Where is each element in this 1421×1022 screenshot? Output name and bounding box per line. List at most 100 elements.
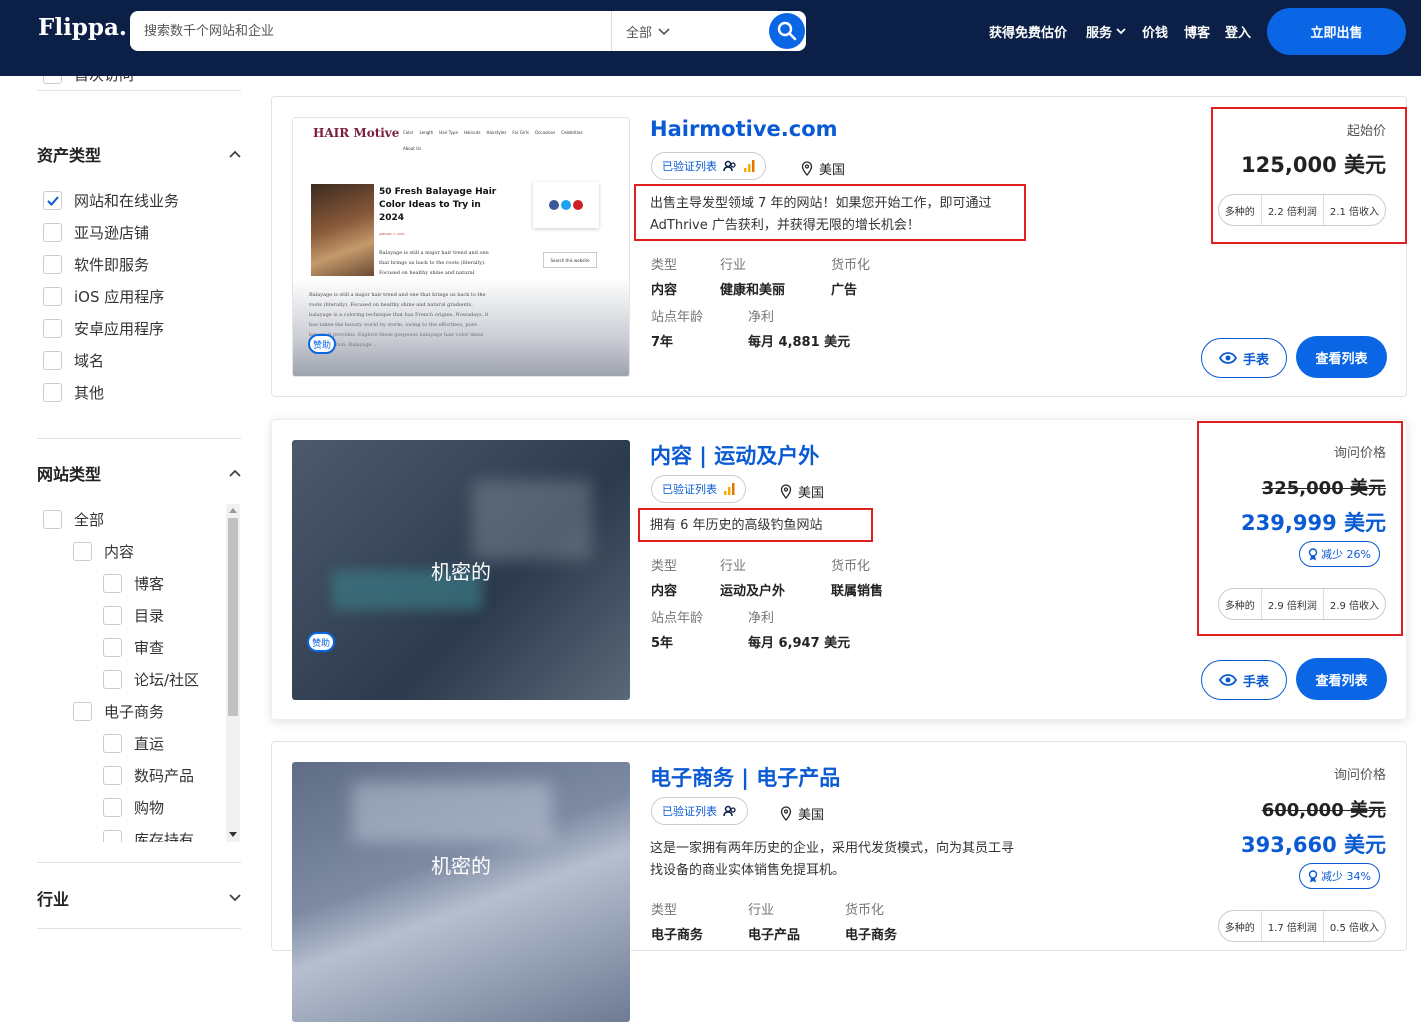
price-value: 393,660 美元	[1241, 833, 1386, 857]
site-type-content[interactable]: 内容	[73, 541, 134, 562]
checkbox	[43, 351, 62, 370]
listing-screenshot[interactable]: 机密的 赞助	[292, 440, 630, 700]
site-type-forum[interactable]: 论坛/社区	[103, 669, 199, 690]
field-label: 类型	[651, 258, 678, 273]
preview-menu-item: Length	[419, 130, 434, 135]
profit-multiple: 1.7 倍利润	[1262, 911, 1324, 941]
field-label: 站点年龄	[651, 310, 704, 325]
filter-label: 数码产品	[134, 767, 195, 785]
search-scope-dropdown[interactable]: 全部	[626, 22, 670, 41]
watch-button[interactable]: 手表	[1201, 660, 1287, 700]
multiples-pill: 多种的 1.7 倍利润 0.5 倍收入	[1217, 910, 1386, 942]
listing-card[interactable]: 机密的 赞助 内容 | 运动及户外 已验证列表 美国 拥有 6 年历史的高级钓鱼…	[271, 419, 1407, 720]
view-listing-button[interactable]: 查看列表	[1296, 658, 1387, 700]
filter-amazon[interactable]: 亚马逊店铺	[43, 222, 149, 243]
filter-saas[interactable]: 软件即服务	[43, 254, 149, 275]
field-value: 7年	[651, 335, 674, 350]
verified-label: 已验证列表	[662, 160, 717, 173]
location-label: 美国	[798, 808, 825, 823]
search-scope-label: 全部	[626, 26, 653, 41]
field-industry: 行业 健康和美丽	[720, 254, 785, 298]
filter-label: 软件即服务	[74, 256, 150, 274]
field-value: 电子产品	[748, 928, 801, 943]
nav-services[interactable]: 服务	[1086, 22, 1126, 41]
watch-button[interactable]: 手表	[1201, 338, 1287, 378]
clip: 库存持有	[0, 827, 226, 842]
filter-website[interactable]: 网站和在线业务	[43, 190, 179, 211]
checkbox	[43, 287, 62, 306]
price-reduction-badge: 减少 34%	[1299, 863, 1380, 889]
nav-free-valuation[interactable]: 获得免费估价	[989, 22, 1067, 41]
description-line: 这是一家拥有两年历史的企业，采用代发货模式，向为其员工寻	[650, 841, 1015, 856]
listing-card[interactable]: HAIR Motive Color Length Hair Type Hairc…	[271, 96, 1407, 397]
site-type-digital[interactable]: 数码产品	[103, 765, 194, 786]
filter-other[interactable]: 其他	[43, 382, 104, 403]
hairmotive-logo: HAIR Motive	[313, 126, 400, 140]
checkbox	[43, 510, 62, 529]
chevron-down-icon	[229, 894, 241, 902]
asset-type-heading[interactable]: 资产类型	[37, 142, 241, 166]
listing-screenshot[interactable]: 机密的	[292, 762, 630, 1022]
highlight-box	[638, 508, 873, 542]
preview-menu: Color Length Hair Type Haircuts Hairstyl…	[403, 130, 603, 135]
users-icon	[723, 160, 736, 172]
field-monetization: 货币化 电子商务	[845, 899, 897, 943]
pinterest-icon	[573, 200, 583, 210]
filter-cut-item[interactable]: 首次访问	[43, 76, 134, 85]
nav-login[interactable]: 登入	[1225, 22, 1251, 41]
filter-label: iOS 应用程序	[74, 288, 165, 306]
filter-label: 亚马逊店铺	[74, 224, 150, 242]
verified-badge: 已验证列表	[651, 475, 746, 503]
industry-heading[interactable]: 行业	[37, 886, 241, 910]
field-monetization: 货币化 广告	[831, 254, 870, 298]
nav-blog[interactable]: 博客	[1184, 22, 1210, 41]
site-type-shopping[interactable]: 购物	[103, 797, 164, 818]
checkbox	[103, 670, 122, 689]
flippa-logo[interactable]: Flippa.	[38, 14, 127, 41]
field-label: 行业	[720, 258, 747, 273]
preview-body-top: Balayage is still a major hair trend and…	[379, 250, 489, 276]
site-type-blog[interactable]: 博客	[103, 573, 164, 594]
view-listing-button[interactable]: 查看列表	[1296, 336, 1387, 378]
scrollbar-thumb[interactable]	[228, 518, 238, 716]
site-type-dropship[interactable]: 直运	[103, 733, 164, 754]
site-type-directory[interactable]: 目录	[103, 605, 164, 626]
listing-card[interactable]: 机密的 电子商务 | 电子产品 已验证列表 美国 这是一家拥有两年历史的企业，采…	[271, 741, 1407, 1022]
listing-title[interactable]: 电子商务 | 电子产品	[650, 762, 840, 792]
filter-label: 购物	[134, 799, 165, 817]
listing-title[interactable]: Hairmotive.com	[650, 117, 838, 141]
site-type-review[interactable]: 审查	[103, 637, 164, 658]
site-type-heading[interactable]: 网站类型	[37, 461, 241, 485]
checkbox	[103, 574, 122, 593]
filter-label: 首次访问	[74, 76, 134, 85]
field-label: 行业	[748, 903, 775, 918]
nav-pricing[interactable]: 价钱	[1142, 22, 1168, 41]
site-type-ecommerce[interactable]: 电子商务	[73, 701, 164, 722]
divider	[37, 928, 241, 929]
location: 美国	[780, 804, 824, 823]
field-value: 每月 4,881 美元	[748, 335, 851, 350]
listing-title[interactable]: 内容 | 运动及户外	[650, 440, 819, 470]
multiple-label: 多种的	[1219, 911, 1262, 941]
analytics-icon	[724, 483, 735, 495]
search-input[interactable]	[144, 20, 604, 42]
field-value: 广告	[831, 283, 858, 298]
site-type-all[interactable]: 全部	[43, 509, 104, 530]
scroll-down-arrow-icon	[229, 832, 237, 837]
filter-label: 审查	[134, 639, 165, 657]
site-type-inventory[interactable]: 库存持有	[103, 829, 194, 842]
checkmark-icon	[46, 195, 59, 206]
listing-description: 这是一家拥有两年历史的企业，采用代发货模式，向为其员工寻 找设备的商业实体销售免…	[650, 838, 1014, 882]
listing-screenshot[interactable]: HAIR Motive Color Length Hair Type Hairc…	[292, 117, 630, 377]
filter-android[interactable]: 安卓应用程序	[43, 318, 164, 339]
filter-ios[interactable]: iOS 应用程序	[43, 286, 164, 307]
sell-now-button[interactable]: 立即出售	[1267, 8, 1406, 55]
search-divider	[611, 11, 612, 51]
search-button[interactable]	[769, 13, 805, 49]
site-type-scrollbar[interactable]	[226, 504, 240, 842]
chevron-up-icon	[229, 150, 241, 158]
field-age: 站点年龄 5年	[651, 607, 703, 651]
preview-search-box: Search this website	[543, 252, 597, 268]
filter-domain[interactable]: 域名	[43, 350, 104, 371]
filter-label: 全部	[74, 511, 105, 529]
